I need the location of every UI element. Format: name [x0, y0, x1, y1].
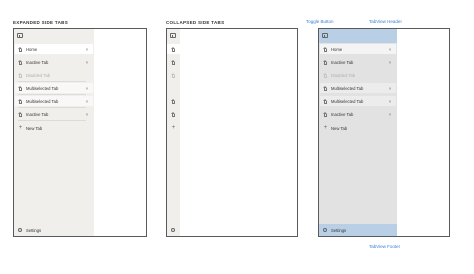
- settings-label: Settings: [331, 227, 347, 233]
- home-icon: [171, 46, 176, 52]
- home-icon: [171, 72, 176, 78]
- tab-label: Disabled Tab: [26, 72, 51, 78]
- sidebar-toggle-icon[interactable]: [17, 33, 23, 38]
- close-icon[interactable]: ×: [387, 112, 393, 117]
- home-icon: [171, 59, 176, 65]
- tab-label: Multiselected Tab: [26, 85, 59, 91]
- new-tab-label: New Tab: [26, 125, 43, 131]
- collapsed-window: +: [166, 28, 298, 237]
- collapsed-side-tabs-title: COLLAPSED SIDE TABS: [166, 20, 225, 25]
- expanded-side-tabs-title: EXPANDED SIDE TABS: [13, 20, 68, 25]
- expanded-sidebar: Home × Inactive Tab × Disabled Tab Multi…: [14, 29, 94, 236]
- new-tab-button[interactable]: +: [167, 123, 180, 133]
- divider: [18, 107, 86, 108]
- close-icon[interactable]: ×: [387, 47, 393, 52]
- tab-inactive[interactable]: [167, 57, 180, 67]
- home-icon: [323, 72, 328, 78]
- tab-inactive[interactable]: Inactive Tab ×: [320, 109, 396, 119]
- home-icon: [323, 46, 328, 52]
- home-icon: [18, 85, 23, 91]
- tab-disabled: [167, 70, 180, 80]
- divider: [18, 94, 86, 95]
- tab-multiselected[interactable]: [167, 96, 180, 106]
- home-icon: [18, 98, 23, 104]
- plus-icon: +: [171, 124, 176, 131]
- tab-multiselected[interactable]: Multiselected Tab ×: [15, 96, 93, 106]
- close-icon[interactable]: ×: [84, 86, 90, 91]
- plus-icon: +: [323, 124, 328, 131]
- home-icon: [18, 111, 23, 117]
- plus-icon: +: [18, 124, 23, 131]
- tab-inactive[interactable]: Inactive Tab ×: [320, 57, 396, 67]
- close-icon[interactable]: ×: [84, 47, 90, 52]
- tab-label: Disabled Tab: [331, 72, 356, 78]
- gear-icon: [323, 228, 327, 232]
- new-tab-label: New Tab: [331, 125, 348, 131]
- home-icon: [323, 85, 328, 91]
- tab-multiselected[interactable]: Multiselected Tab ×: [320, 83, 396, 93]
- new-tab-button[interactable]: + New Tab: [320, 123, 390, 133]
- home-icon: [323, 98, 328, 104]
- tab-inactive[interactable]: Inactive Tab ×: [15, 57, 93, 67]
- divider: [18, 120, 86, 121]
- close-icon[interactable]: ×: [84, 60, 90, 65]
- tab-label: Inactive Tab: [26, 111, 49, 117]
- tab-disabled: Disabled Tab: [320, 70, 396, 80]
- collapsed-sidebar: +: [167, 29, 180, 236]
- tab-label: Inactive Tab: [26, 59, 49, 65]
- tab-label: Home: [331, 46, 343, 52]
- home-icon: [323, 111, 328, 117]
- tab-label: Inactive Tab: [331, 59, 354, 65]
- tabview-header: [319, 29, 397, 43]
- sidebar-toggle-icon[interactable]: [170, 33, 176, 38]
- tab-label: Inactive Tab: [331, 111, 354, 117]
- tab-inactive[interactable]: [167, 109, 180, 119]
- tab-inactive[interactable]: Inactive Tab ×: [15, 109, 93, 119]
- gear-icon: [171, 228, 175, 232]
- close-icon[interactable]: ×: [84, 99, 90, 104]
- home-icon: [18, 46, 23, 52]
- tab-disabled: Disabled Tab: [15, 70, 93, 80]
- close-icon[interactable]: ×: [387, 86, 393, 91]
- tab-label: Multiselected Tab: [331, 98, 364, 104]
- toggle-button-annotation: Toggle Button: [306, 19, 334, 24]
- annotated-window: Home × Inactive Tab × Disabled Tab Multi…: [318, 28, 450, 237]
- tab-home[interactable]: Home ×: [15, 44, 93, 54]
- gear-icon: [18, 228, 22, 232]
- settings-button[interactable]: Settings: [320, 226, 390, 234]
- settings-button[interactable]: Settings: [15, 226, 85, 234]
- home-icon: [18, 59, 23, 65]
- close-icon[interactable]: ×: [84, 112, 90, 117]
- home-icon: [323, 59, 328, 65]
- tab-home[interactable]: [167, 44, 180, 54]
- settings-button[interactable]: [167, 226, 180, 234]
- tab-multiselected[interactable]: Multiselected Tab ×: [15, 83, 93, 93]
- expanded-window: Home × Inactive Tab × Disabled Tab Multi…: [13, 28, 147, 237]
- tabview-header-annotation: TabView Header: [369, 19, 402, 24]
- tab-label: Home: [26, 46, 38, 52]
- divider: [18, 81, 86, 82]
- settings-label: Settings: [26, 227, 42, 233]
- home-icon: [18, 72, 23, 78]
- annotated-sidebar: Home × Inactive Tab × Disabled Tab Multi…: [319, 29, 397, 236]
- tabview-footer-annotation: TabView Footer: [369, 244, 401, 249]
- new-tab-button[interactable]: + New Tab: [15, 123, 85, 133]
- sidebar-toggle-icon[interactable]: [322, 33, 328, 38]
- tab-label: Multiselected Tab: [331, 85, 364, 91]
- close-icon[interactable]: ×: [387, 60, 393, 65]
- tab-label: Multiselected Tab: [26, 98, 59, 104]
- tab-home[interactable]: Home ×: [320, 44, 396, 54]
- close-icon[interactable]: ×: [387, 99, 393, 104]
- home-icon: [171, 98, 176, 104]
- home-icon: [171, 111, 176, 117]
- tab-multiselected[interactable]: Multiselected Tab ×: [320, 96, 396, 106]
